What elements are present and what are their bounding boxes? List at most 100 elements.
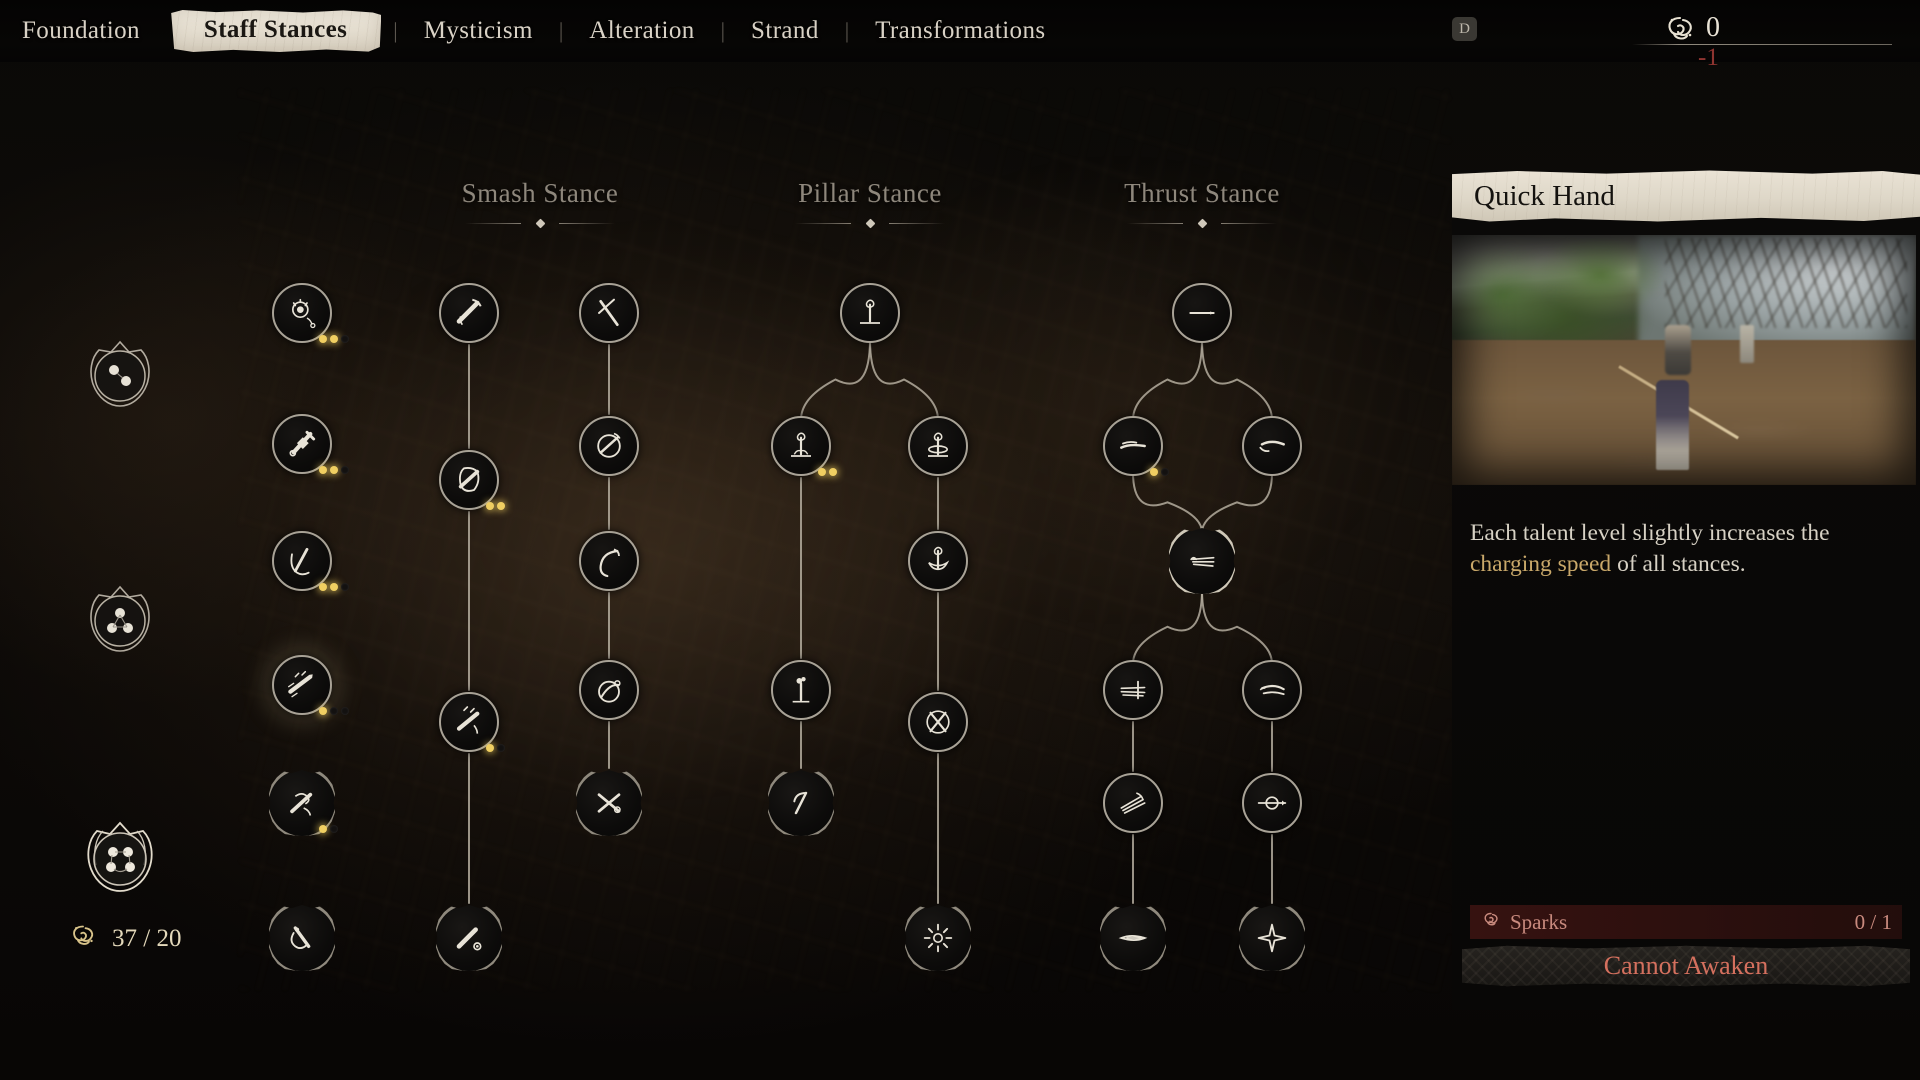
rank-pip-filled (319, 583, 327, 591)
nav-separator: | (558, 18, 564, 43)
rank-pip-filled (319, 825, 327, 833)
spark-cost-value: 0 / 1 (1854, 909, 1892, 934)
talent-node-n22[interactable] (768, 770, 834, 836)
talent-node-n18[interactable] (908, 416, 968, 476)
staff-spin-icon (589, 426, 629, 466)
talent-node-n2[interactable] (272, 414, 332, 474)
talent-node-n19[interactable] (908, 531, 968, 591)
talent-node-n26[interactable] (1242, 416, 1302, 476)
talent-node-n27[interactable] (1169, 528, 1235, 594)
rank-pip-filled (330, 466, 338, 474)
thrust-flow-icon (1252, 670, 1292, 710)
talent-node-n7[interactable] (439, 283, 499, 343)
thrust-star-icon (1252, 918, 1292, 958)
pillar-coil-icon (918, 541, 958, 581)
description-highlight: charging speed (1470, 551, 1612, 578)
talent-rank-pips-n25 (1150, 468, 1169, 476)
counter-divider (1632, 44, 1892, 45)
rank-pip-filled (829, 468, 837, 476)
rank-pip-filled (486, 744, 494, 752)
talent-node-n3[interactable] (272, 531, 332, 591)
description-prefix: Each talent level slightly increases the (1470, 520, 1830, 546)
talent-node-n23[interactable] (905, 905, 971, 971)
talent-preview-video[interactable] (1452, 235, 1916, 485)
talent-node-n12[interactable] (579, 416, 639, 476)
talent-rank-pips-n8 (486, 502, 505, 510)
staff-shield-smash-icon (449, 460, 489, 500)
talent-node-n24[interactable] (1172, 283, 1232, 343)
talent-node-n29[interactable] (1242, 660, 1302, 720)
talent-node-n9[interactable] (439, 692, 499, 752)
thrust-low-icon (1113, 426, 1153, 466)
rank-pip-filled (497, 502, 505, 510)
talent-node-n31[interactable] (1242, 773, 1302, 833)
tab-alteration[interactable]: Alteration (567, 17, 716, 45)
talent-link (1201, 588, 1273, 665)
talent-node-n4[interactable] (272, 655, 332, 715)
talent-node-n32[interactable] (1100, 905, 1166, 971)
talent-rank-pips-n5 (319, 825, 338, 833)
talent-node-n8[interactable] (439, 450, 499, 510)
tab-mysticism[interactable]: Mysticism (402, 17, 555, 45)
talent-node-n17[interactable] (771, 416, 831, 476)
top-navigation-bar: Foundation Staff Stances | Mysticism | Altera… (0, 0, 1920, 71)
staff-cross-icon (589, 783, 629, 823)
tab-transformations[interactable]: Transformations (853, 17, 1067, 45)
thrust-lunge-icon (1113, 918, 1153, 958)
talent-node-n33[interactable] (1239, 905, 1305, 971)
preview-vignette (1452, 235, 1916, 485)
talent-node-n25[interactable] (1103, 416, 1163, 476)
pillar-raise-icon (850, 293, 890, 333)
talent-node-n30[interactable] (1103, 773, 1163, 833)
talent-rank-pips-n17 (818, 468, 837, 476)
awaken-button[interactable]: Cannot Awaken (1462, 945, 1910, 987)
thrust-glide-icon (1252, 426, 1292, 466)
talent-node-n1[interactable] (272, 283, 332, 343)
staff-hook-icon (282, 918, 322, 958)
spark-icon (1480, 909, 1502, 935)
rank-pip-empty (1161, 468, 1169, 476)
talent-rank-pips-n1 (319, 335, 349, 343)
pillar-roots-icon (781, 426, 821, 466)
tab-staff-stances[interactable]: Staff Stances (171, 10, 381, 52)
staff-strike-icon (282, 665, 322, 705)
tab-foundation[interactable]: Foundation (0, 17, 162, 45)
thrust-pierce-icon (1113, 670, 1153, 710)
talent-rank-pips-n2 (319, 466, 349, 474)
thrust-barrage-icon (1113, 783, 1153, 823)
talent-node-n16[interactable] (840, 283, 900, 343)
rank-pip-filled (330, 583, 338, 591)
tab-strand[interactable]: Strand (729, 17, 841, 45)
talent-node-n28[interactable] (1103, 660, 1163, 720)
spark-cost-label: Sparks (1510, 909, 1568, 934)
talent-node-n13[interactable] (579, 531, 639, 591)
talent-node-n10[interactable] (436, 905, 502, 971)
rank-pip-empty (341, 466, 349, 474)
staff-smash-icon (449, 293, 489, 333)
spark-counter: 0 -1 (1632, 4, 1892, 71)
staff-sweep-icon (282, 541, 322, 581)
rank-pip-filled (1150, 468, 1158, 476)
nav-separator: | (844, 18, 850, 43)
rank-pip-empty (341, 335, 349, 343)
talent-rank-pips-n9 (486, 744, 505, 752)
talent-node-n21[interactable] (908, 692, 968, 752)
pillar-scythe-icon (781, 783, 821, 823)
spark-icon (1660, 12, 1700, 48)
talent-node-n15[interactable] (576, 770, 642, 836)
rank-pip-filled (330, 335, 338, 343)
staff-overhead-icon (589, 293, 629, 333)
talent-node-n11[interactable] (579, 283, 639, 343)
talent-node-n20[interactable] (771, 660, 831, 720)
talent-rank-pips-n3 (319, 583, 349, 591)
rank-pip-empty (497, 744, 505, 752)
talent-node-n6[interactable] (269, 905, 335, 971)
rank-pip-filled (319, 466, 327, 474)
talent-node-n14[interactable] (579, 660, 639, 720)
pillar-ring-icon (918, 426, 958, 466)
staff-arc-icon (589, 541, 629, 581)
nav-separator: | (393, 18, 398, 43)
staff-slam-icon (449, 702, 489, 742)
talent-tree (0, 0, 1460, 1080)
spark-available-value: 0 (1706, 12, 1720, 43)
